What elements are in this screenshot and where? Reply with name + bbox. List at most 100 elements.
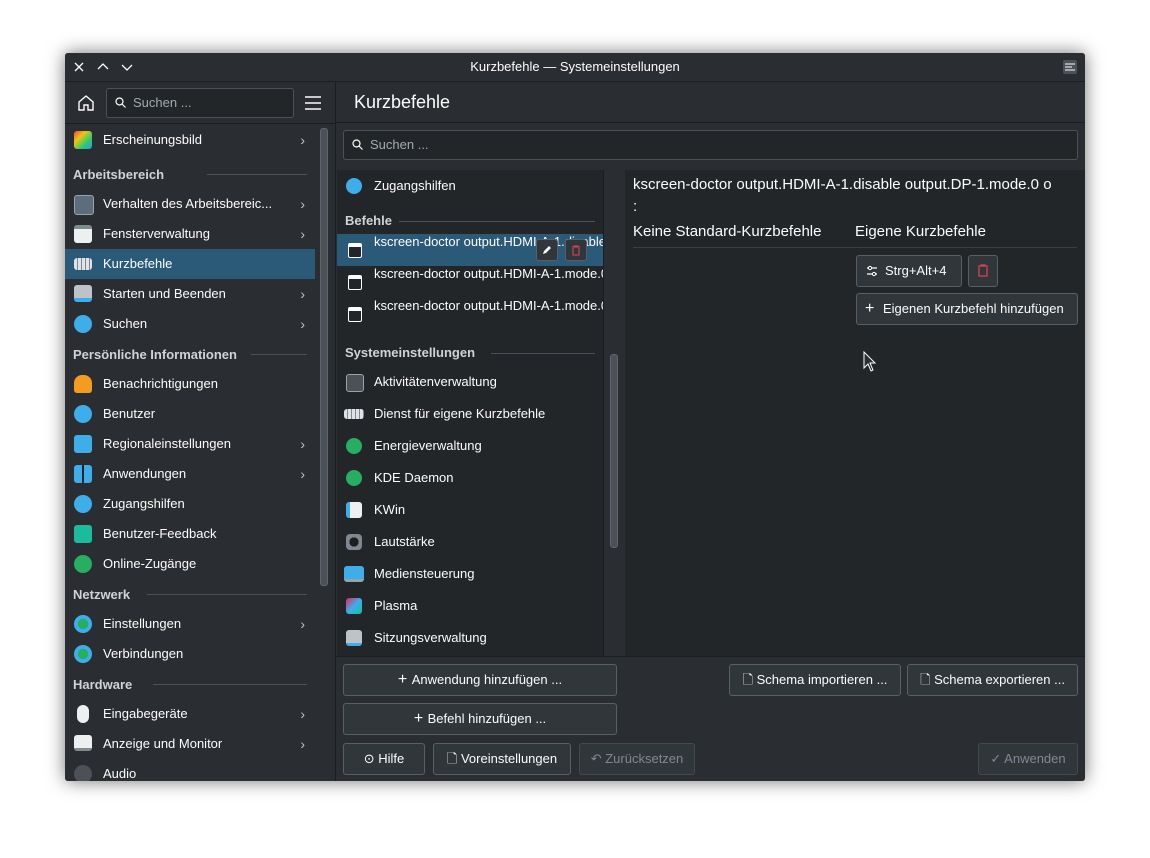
- list-item-command[interactable]: kscreen-doctor output.HDMI-A-1.disable o…: [337, 234, 603, 266]
- sidebar-search-input[interactable]: Suchen ...: [106, 88, 294, 118]
- reset-button[interactable]: ↶ Zurücksetzen: [579, 743, 695, 775]
- sidebar-item-benutzer[interactable]: Benutzer: [65, 399, 315, 429]
- sidebar-item-suchen[interactable]: Suchen ›: [65, 309, 315, 339]
- delete-command-button[interactable]: [565, 239, 587, 261]
- list-item-zugangshilfen[interactable]: Zugangshilfen: [337, 170, 603, 202]
- chevron-right-icon: ›: [300, 466, 305, 482]
- sidebar-section-netzwerk: Netzwerk: [73, 584, 307, 604]
- main-search-input[interactable]: Suchen ...: [343, 130, 1078, 160]
- custom-shortcuts-header: Eigene Kurzbefehle: [855, 223, 986, 240]
- shortcut-component-list: Zugangshilfen Befehle kscreen-doctor out…: [337, 170, 604, 656]
- list-item-aktivitaetenverwaltung[interactable]: Aktivitätenverwaltung: [337, 366, 603, 398]
- sidebar-scrollbar[interactable]: [320, 128, 328, 586]
- activities-icon: [346, 374, 364, 392]
- home-icon[interactable]: [75, 92, 97, 114]
- add-custom-shortcut-button[interactable]: + Eigenen Kurzbefehl hinzufügen: [856, 293, 1078, 325]
- sidebar-item-verbindungen[interactable]: Verbindungen: [65, 639, 315, 669]
- search-icon: [115, 97, 126, 108]
- sidebar-item-fensterverwaltung[interactable]: Fensterverwaltung ›: [65, 219, 315, 249]
- add-command-button[interactable]: + Befehl hinzufügen ...: [343, 703, 617, 735]
- sidebar-item-eingabegeraete[interactable]: Eingabegeräte ›: [65, 699, 315, 729]
- document-defaults-icon: 🗋: [446, 751, 461, 766]
- list-item-plasma[interactable]: Plasma: [337, 590, 603, 622]
- power-lightning-icon: [346, 438, 362, 454]
- help-button[interactable]: ⊙ Hilfe: [343, 743, 425, 775]
- globe-icon: [74, 645, 92, 663]
- applications-grid-icon: [74, 465, 92, 483]
- undo-icon: ↶: [590, 751, 606, 766]
- main-header: Kurzbefehle: [336, 82, 1085, 123]
- document-import-icon: 🗋: [742, 672, 757, 687]
- sidebar: Suchen ... Erscheinungsbild › Arbeitsber…: [65, 82, 336, 781]
- shortcut-detail-pane: kscreen-doctor output.HDMI-A-1.disable o…: [625, 170, 1085, 656]
- default-shortcuts-header: Keine Standard-Kurzbefehle: [633, 223, 822, 240]
- mouse-cursor-icon: [863, 351, 877, 373]
- sidebar-item-online-zugaenge[interactable]: Online-Zugänge: [65, 549, 315, 579]
- list-item-mediensteuerung[interactable]: Mediensteuerung: [337, 558, 603, 590]
- page-title: Kurzbefehle: [354, 92, 451, 112]
- chevron-right-icon: ›: [300, 316, 305, 332]
- list-item-dienst-kurzbefehle[interactable]: Dienst für eigene Kurzbefehle: [337, 398, 603, 430]
- list-scrollbar[interactable]: [610, 354, 618, 548]
- footer: + Anwendung hinzufügen ... + Befehl hinz…: [336, 656, 1085, 781]
- list-item-kwin[interactable]: KWin: [337, 494, 603, 526]
- keyboard-icon: [344, 409, 364, 419]
- plasma-icon: [346, 598, 362, 614]
- sidebar-item-anzeige-monitor[interactable]: Anzeige und Monitor ›: [65, 729, 315, 759]
- title-bar: Kurzbefehle — Systemeinstellungen: [65, 53, 1085, 82]
- list-section-systemeinstellungen: Systemeinstellungen: [345, 342, 595, 364]
- list-item-sitzungsverwaltung[interactable]: Sitzungsverwaltung: [337, 622, 603, 654]
- export-scheme-button[interactable]: 🗋 Schema exportieren ...: [907, 664, 1078, 696]
- apply-button[interactable]: ✓ Anwenden: [978, 743, 1078, 775]
- terminal-icon: [348, 307, 362, 322]
- shortcut-key-button[interactable]: Strg+Alt+4: [856, 255, 962, 287]
- feedback-icon: [74, 525, 92, 543]
- media-monitor-icon: [344, 566, 364, 582]
- hamburger-menu-icon[interactable]: [303, 94, 323, 112]
- list-item-kde-daemon[interactable]: KDE Daemon: [337, 462, 603, 494]
- sidebar-search-placeholder: Suchen ...: [133, 95, 192, 110]
- list-item-command[interactable]: kscreen-doctor output.HDMI-A-1.mode.0 ou…: [337, 266, 603, 298]
- edit-command-button[interactable]: [536, 239, 558, 261]
- speaker-icon: [346, 534, 362, 550]
- settings-window: Kurzbefehle — Systemeinstellungen Suchen…: [65, 53, 1085, 781]
- sidebar-section-persoenliche-informationen: Persönliche Informationen: [73, 344, 307, 364]
- defaults-button[interactable]: 🗋 Voreinstellungen: [433, 743, 571, 775]
- accessibility-icon: [74, 495, 92, 513]
- startup-icon: [74, 285, 92, 302]
- keyboard-icon: [74, 258, 92, 270]
- workspace-behavior-icon: [74, 195, 94, 215]
- import-scheme-button[interactable]: 🗋 Schema importieren ...: [729, 664, 901, 696]
- chevron-right-icon: ›: [300, 226, 305, 242]
- chevron-right-icon: ›: [300, 132, 305, 148]
- online-accounts-icon: [74, 555, 92, 573]
- sidebar-item-audio[interactable]: Audio: [65, 759, 315, 781]
- search-icon: [352, 139, 363, 150]
- sidebar-item-regionaleinstellungen[interactable]: Regionaleinstellungen ›: [65, 429, 315, 459]
- checkmark-icon: ✓: [990, 751, 1005, 766]
- list-item-command[interactable]: kscreen-doctor output.HDMI-A-1.mode.0 ou…: [337, 298, 603, 330]
- sidebar-item-anwendungen[interactable]: Anwendungen ›: [65, 459, 315, 489]
- list-item-lautstaerke[interactable]: Lautstärke: [337, 526, 603, 558]
- sidebar-item-einstellungen[interactable]: Einstellungen ›: [65, 609, 315, 639]
- sidebar-item-benutzer-feedback[interactable]: Benutzer-Feedback: [65, 519, 315, 549]
- window-menu-icon[interactable]: [1060, 57, 1080, 77]
- list-section-befehle: Befehle: [345, 210, 595, 232]
- sidebar-item-erscheinungsbild[interactable]: Erscheinungsbild ›: [65, 125, 315, 155]
- sidebar-section-arbeitsbereich: Arbeitsbereich: [73, 164, 307, 184]
- main-search-placeholder: Suchen ...: [370, 137, 429, 152]
- sidebar-item-zugangshilfen[interactable]: Zugangshilfen: [65, 489, 315, 519]
- kwin-window-icon: [346, 502, 362, 518]
- remove-shortcut-button[interactable]: [968, 255, 998, 287]
- add-application-button[interactable]: + Anwendung hinzufügen ...: [343, 664, 617, 696]
- bell-icon: [74, 375, 92, 393]
- chevron-right-icon: ›: [300, 736, 305, 752]
- sidebar-item-benachrichtigungen[interactable]: Benachrichtigungen: [65, 369, 315, 399]
- sidebar-item-starten-beenden[interactable]: Starten und Beenden ›: [65, 279, 315, 309]
- sidebar-item-kurzbefehle[interactable]: Kurzbefehle: [65, 249, 315, 279]
- regional-settings-icon: [74, 435, 92, 453]
- list-item-energieverwaltung[interactable]: Energieverwaltung: [337, 430, 603, 462]
- sidebar-item-verhalten[interactable]: Verhalten des Arbeitsbereic... ›: [65, 189, 315, 219]
- chevron-right-icon: ›: [300, 286, 305, 302]
- sidebar-section-hardware: Hardware: [73, 674, 307, 694]
